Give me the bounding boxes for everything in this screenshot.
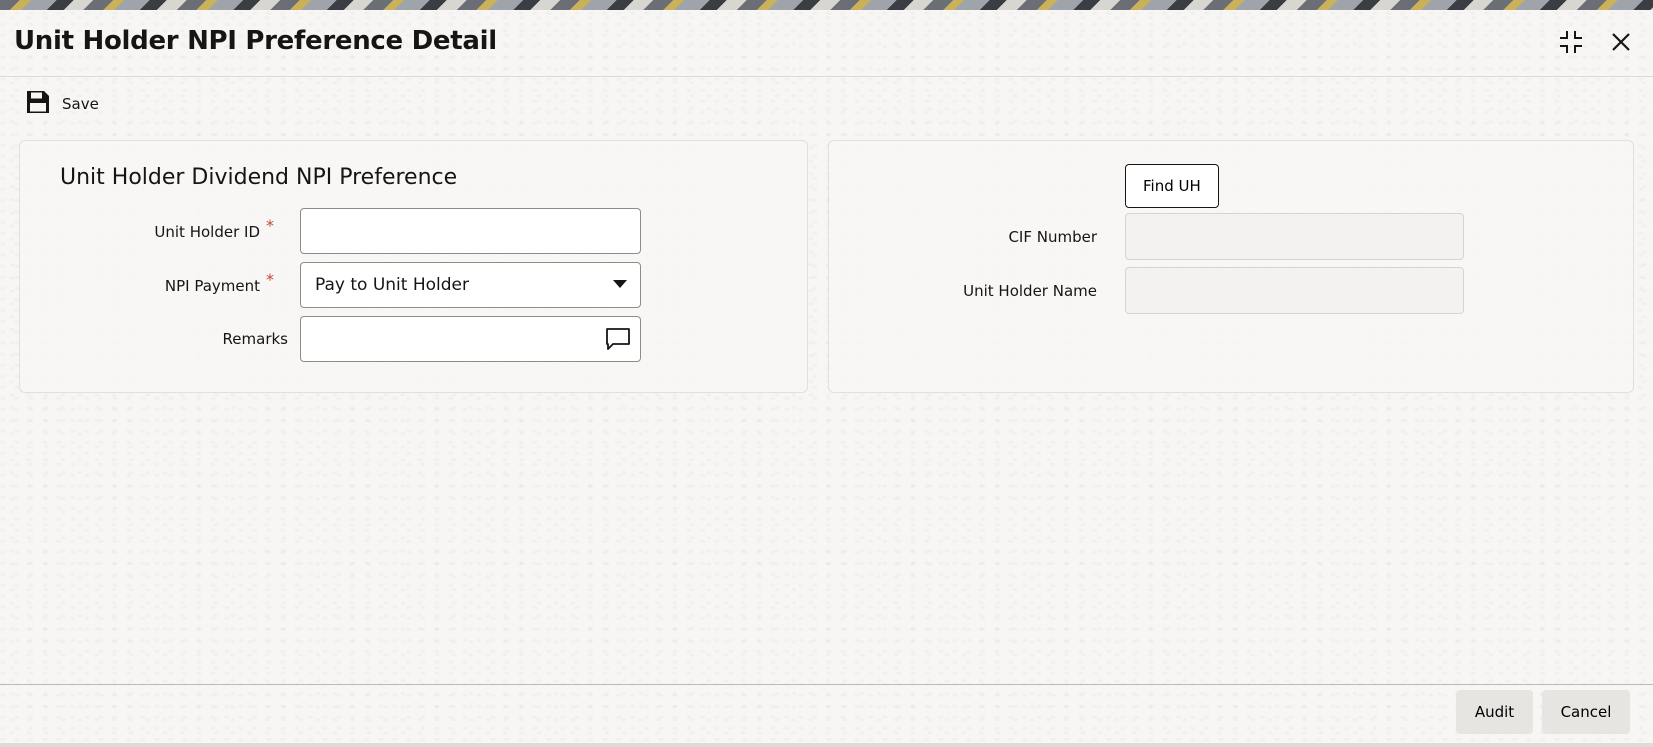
comment-icon[interactable] <box>605 327 631 355</box>
floppy-disk-icon <box>26 90 50 118</box>
section-title: Unit Holder Dividend NPI Preference <box>60 165 458 190</box>
remarks-row: Remarks <box>20 316 641 362</box>
cancel-button[interactable]: Cancel <box>1542 690 1630 734</box>
bottom-strip <box>0 743 1653 747</box>
unit-holder-name-field <box>1125 267 1464 314</box>
unit-holder-id-row: Unit Holder ID * <box>20 208 641 254</box>
close-icon[interactable] <box>1607 28 1635 56</box>
required-indicator: * <box>266 215 274 235</box>
required-indicator: * <box>266 269 274 289</box>
title-divider <box>0 76 1653 77</box>
unit-holder-lookup-panel: Find UH CIF Number Unit Holder Name <box>828 140 1634 393</box>
remarks-label: Remarks <box>222 330 288 348</box>
dialog-window: Unit Holder NPI Preference Detail Save U… <box>0 10 1653 747</box>
save-label: Save <box>62 95 99 113</box>
page-title: Unit Holder NPI Preference Detail <box>14 26 497 56</box>
audit-button[interactable]: Audit <box>1456 690 1533 734</box>
unit-holder-id-label: Unit Holder ID * <box>154 215 274 241</box>
unit-holder-name-row: Unit Holder Name <box>829 267 1464 314</box>
save-button[interactable]: Save <box>26 90 99 118</box>
npi-preference-panel: Unit Holder Dividend NPI Preference Unit… <box>19 140 808 393</box>
window-controls <box>1557 28 1635 56</box>
unit-holder-name-label: Unit Holder Name <box>963 281 1097 300</box>
npi-payment-value: Pay to Unit Holder <box>300 262 641 308</box>
npi-payment-row: NPI Payment * Pay to Unit Holder <box>20 262 641 308</box>
maximize-icon[interactable] <box>1557 28 1585 56</box>
npi-payment-label: NPI Payment * <box>164 269 274 295</box>
cif-number-field <box>1125 213 1464 260</box>
cif-number-label: CIF Number <box>1008 227 1097 246</box>
remarks-input[interactable] <box>300 316 641 362</box>
unit-holder-id-input[interactable] <box>300 208 641 254</box>
cif-number-row: CIF Number <box>829 213 1464 260</box>
find-uh-button[interactable]: Find UH <box>1125 164 1219 208</box>
footer-divider <box>0 684 1653 685</box>
npi-payment-select[interactable]: Pay to Unit Holder <box>300 262 641 308</box>
top-decorative-band <box>0 0 1653 10</box>
remarks-field-wrap <box>300 316 641 362</box>
